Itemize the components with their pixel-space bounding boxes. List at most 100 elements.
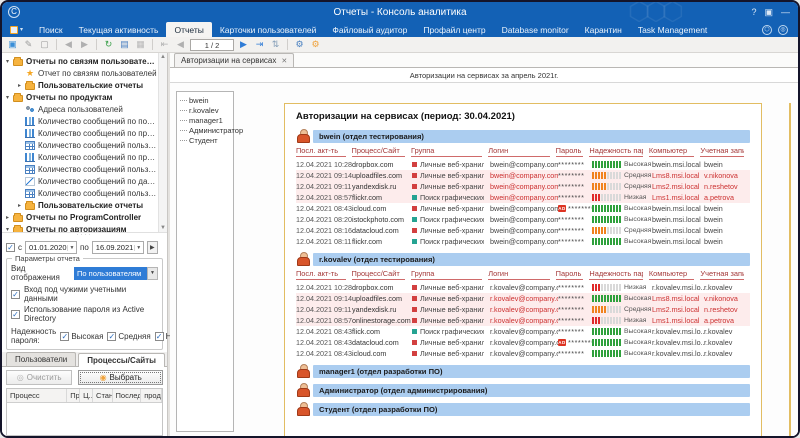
- user-section-header[interactable]: Администратор (отдел администрирования): [296, 383, 750, 397]
- back-icon[interactable]: ◀: [62, 38, 75, 51]
- group-color-icon: [412, 162, 417, 167]
- column-header[interactable]: Стан...: [93, 389, 112, 402]
- layout-icon[interactable]: ▦: [134, 38, 147, 51]
- notification-icon[interactable]: ⬡: [762, 25, 772, 35]
- document-tab[interactable]: Авторизации на сервисах ✕: [174, 53, 294, 67]
- tree-item[interactable]: Количество сообщений пользователей по пр…: [4, 163, 157, 175]
- tab-процессы-сайты[interactable]: Процессы/Сайты: [78, 353, 165, 367]
- tree-item[interactable]: ▸Пользовательские отчеты: [4, 79, 157, 91]
- date-filter-checkbox[interactable]: ✓: [6, 243, 15, 252]
- report-column-header: Пароль: [556, 269, 584, 280]
- ribbon-tab-отчеты[interactable]: Отчеты: [166, 22, 211, 37]
- prev-page-icon[interactable]: ◀: [174, 38, 187, 51]
- clear-button[interactable]: ◎Очистить: [6, 370, 72, 385]
- checkbox-icon[interactable]: ✓: [11, 310, 20, 319]
- expander-closed-icon[interactable]: ▸: [16, 82, 23, 89]
- report-user-item[interactable]: bwein: [179, 95, 231, 105]
- date-from-input[interactable]: 01.01.2020▼: [25, 241, 77, 254]
- ribbon-tab-карантин[interactable]: Карантин: [577, 22, 630, 37]
- ribbon-tab-текущая-активность[interactable]: Текущая активность: [71, 22, 167, 37]
- tree-item[interactable]: Количество сообщений по пользователям: [4, 115, 157, 127]
- report-row: 12.04.2021 10:28dropbox.comЛичные веб-хр…: [296, 282, 750, 293]
- window-icon[interactable]: ▣: [764, 7, 773, 18]
- print-icon[interactable]: ▤: [118, 38, 131, 51]
- expander-open-icon[interactable]: ▾: [4, 94, 11, 101]
- forward-icon[interactable]: ▶: [78, 38, 91, 51]
- last-page-icon[interactable]: ⇥: [253, 38, 266, 51]
- expander-closed-icon[interactable]: ▸: [4, 214, 11, 221]
- ribbon-tab-поиск[interactable]: Поиск: [31, 22, 71, 37]
- user-section-header[interactable]: r.kovalev (отдел тестирования): [296, 252, 750, 266]
- ribbon-tab-task-management[interactable]: Task Management: [630, 22, 715, 37]
- column-header[interactable]: Пр...: [67, 389, 80, 402]
- tree-item[interactable]: Количество сообщений пользователей по пр…: [4, 139, 157, 151]
- date-step-button[interactable]: ▶: [147, 241, 158, 254]
- users-export-icon[interactable]: ⚙: [293, 38, 306, 51]
- tree-item[interactable]: Количество сообщений по продуктам: [4, 127, 157, 139]
- checkbox-icon[interactable]: ✓: [155, 332, 164, 341]
- ribbon-tab-профайл-центр[interactable]: Профайл центр: [415, 22, 493, 37]
- user-section-header[interactable]: Студент (отдел разработки ПО): [296, 402, 750, 416]
- ribbon-tab-файловый-аудитор[interactable]: Файловый аудитор: [324, 22, 415, 37]
- user-section-header[interactable]: manager1 (отдел разработки ПО): [296, 364, 750, 378]
- expander-open-icon[interactable]: ▾: [4, 58, 11, 65]
- new-report-icon[interactable]: ▣: [6, 38, 19, 51]
- tree-item[interactable]: ▾Отчеты по авторизациям: [4, 223, 157, 233]
- tab-пользователи[interactable]: Пользователи: [6, 352, 76, 366]
- report-user-item[interactable]: Студент: [179, 135, 231, 145]
- chevron-down-icon[interactable]: ▼: [147, 267, 158, 280]
- tree-item[interactable]: Адреса пользователей: [4, 103, 157, 115]
- tree-item[interactable]: Количество сообщений по протоколам: [4, 151, 157, 163]
- account: bwein: [704, 215, 748, 224]
- checkbox-icon[interactable]: ✓: [60, 332, 69, 341]
- column-header[interactable]: Процесс: [7, 389, 67, 402]
- expander-open-icon[interactable]: ▾: [4, 226, 11, 233]
- tree-item[interactable]: ▸Пользовательские отчеты: [4, 199, 157, 211]
- close-icon[interactable]: ✕: [281, 57, 287, 65]
- tree-item[interactable]: ★Отчет по связям пользователей: [4, 67, 157, 79]
- column-header[interactable]: прода: [141, 389, 162, 402]
- delete-report-icon[interactable]: ▢: [38, 38, 51, 51]
- next-page-icon[interactable]: ▶: [237, 38, 250, 51]
- help-icon[interactable]: ?: [751, 7, 756, 18]
- date-to-input[interactable]: 16.09.2021▼: [92, 241, 144, 254]
- report-user-item[interactable]: manager1: [179, 115, 231, 125]
- scroll-down-icon[interactable]: ▼: [160, 225, 166, 231]
- view-mode-select[interactable]: По пользователям▼: [74, 267, 158, 280]
- first-page-icon[interactable]: ⇤: [158, 38, 171, 51]
- minimize-icon[interactable]: —: [781, 7, 790, 18]
- ribbon-tab-карточки-пользователей[interactable]: Карточки пользователей: [212, 22, 325, 37]
- report-user-item[interactable]: Администратор: [179, 125, 231, 135]
- report-settings-icon[interactable]: ⚙: [309, 38, 322, 51]
- account-icon[interactable]: ◎: [778, 25, 788, 35]
- scroll-up-icon[interactable]: ▲: [160, 54, 166, 60]
- chevron-down-icon[interactable]: ▼: [67, 245, 76, 251]
- chevron-down-icon[interactable]: ▼: [134, 245, 143, 251]
- checkbox-icon[interactable]: ✓: [11, 290, 20, 299]
- tree-item[interactable]: Количество сообщений по датам: [4, 175, 157, 187]
- page-indicator-input[interactable]: 1 / 2: [190, 39, 234, 51]
- ribbon-tab-database-monitor[interactable]: Database monitor: [494, 22, 577, 37]
- edit-report-icon[interactable]: ✎: [22, 38, 35, 51]
- tree-item[interactable]: ▾Отчеты по связям пользователей: [4, 55, 157, 67]
- tree-scrollbar[interactable]: ▲▼: [158, 53, 167, 232]
- column-header[interactable]: Последний...: [113, 389, 142, 402]
- column-header[interactable]: Ц...: [80, 389, 93, 402]
- login: bwein@company.com: [490, 204, 558, 213]
- account: a.petrova: [704, 316, 748, 325]
- report-column-header: Посл. акт-ть: [296, 269, 346, 280]
- checkbox-icon[interactable]: ✓: [107, 332, 116, 341]
- tree-line: [180, 110, 187, 111]
- sort-icon[interactable]: ⇅: [269, 38, 282, 51]
- select-button[interactable]: ◉Выбрать: [78, 370, 163, 385]
- process-table-body[interactable]: [7, 403, 162, 435]
- tree-item[interactable]: ▾Отчеты по продуктам: [4, 91, 157, 103]
- expander-closed-icon[interactable]: ▸: [16, 202, 23, 209]
- report-user-item[interactable]: r.kovalev: [179, 105, 231, 115]
- user-section-header[interactable]: bwein (отдел тестирования): [296, 129, 750, 143]
- export-icon[interactable]: ↻: [102, 38, 115, 51]
- user-icon: [296, 383, 309, 397]
- tree-item[interactable]: Количество сообщений пользователей по да…: [4, 187, 157, 199]
- tree-item[interactable]: ▸Отчеты по ProgramController: [4, 211, 157, 223]
- app-menu-button[interactable]: ▾: [2, 22, 31, 37]
